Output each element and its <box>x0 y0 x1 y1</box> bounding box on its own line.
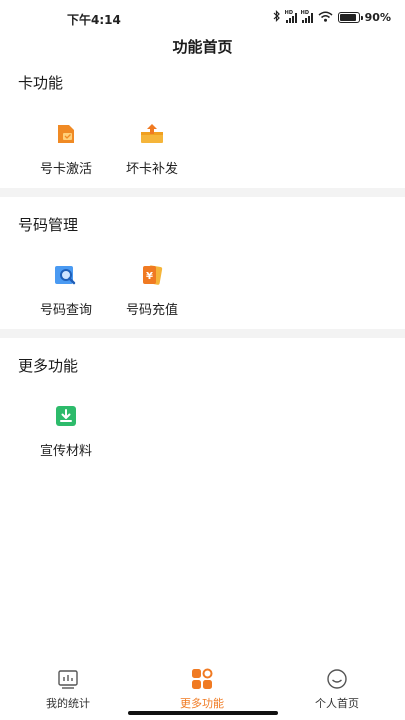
signal-icon: HD <box>285 10 297 23</box>
download-icon <box>52 402 80 430</box>
tab-profile[interactable]: 个人首页 <box>287 664 387 711</box>
tab-more-functions-label: 更多功能 <box>180 697 224 710</box>
svg-text:¥: ¥ <box>146 271 153 282</box>
card-reissue-label: 坏卡补发 <box>125 162 178 177</box>
bluetooth-icon <box>273 10 281 25</box>
card-activate-icon <box>52 120 80 148</box>
section-divider <box>0 188 405 197</box>
status-bar: 下午4:14 HD HD 90% <box>0 0 405 34</box>
battery-percent: 90% <box>364 11 391 24</box>
section-title-card-functions: 卡功能 <box>18 74 64 92</box>
status-time: 下午4:14 <box>67 13 121 27</box>
card-reissue-icon <box>138 120 166 148</box>
tab-statistics-label: 我的统计 <box>46 697 90 710</box>
card-activate-label: 号卡激活 <box>39 162 92 177</box>
wifi-icon <box>318 11 333 25</box>
number-recharge-label: 号码充值 <box>125 303 178 318</box>
more-functions-icon <box>191 668 213 690</box>
battery-icon <box>337 12 363 23</box>
section-divider <box>0 329 405 338</box>
statistics-icon <box>57 668 79 690</box>
signal-icon: HD <box>301 10 313 23</box>
number-search-label: 号码查询 <box>39 303 92 318</box>
promo-materials-button[interactable]: 宣传材料 <box>26 402 106 459</box>
number-search-icon <box>52 261 80 289</box>
home-indicator <box>128 711 278 715</box>
profile-icon <box>326 668 348 690</box>
card-reissue-button[interactable]: 坏卡补发 <box>112 120 192 177</box>
tab-more-functions[interactable]: 更多功能 <box>152 664 252 711</box>
number-search-button[interactable]: 号码查询 <box>26 261 106 318</box>
number-recharge-button[interactable]: ¥ 号码充值 <box>112 261 192 318</box>
page-title: 功能首页 <box>172 38 233 56</box>
tab-statistics[interactable]: 我的统计 <box>18 664 118 711</box>
card-activate-button[interactable]: 号卡激活 <box>26 120 106 177</box>
section-title-more-functions: 更多功能 <box>18 357 79 375</box>
number-recharge-icon: ¥ <box>138 261 166 289</box>
section-title-number-management: 号码管理 <box>18 216 79 234</box>
tab-profile-label: 个人首页 <box>315 697 359 710</box>
status-icons: HD HD 90% <box>273 10 391 25</box>
promo-materials-label: 宣传材料 <box>39 444 92 459</box>
